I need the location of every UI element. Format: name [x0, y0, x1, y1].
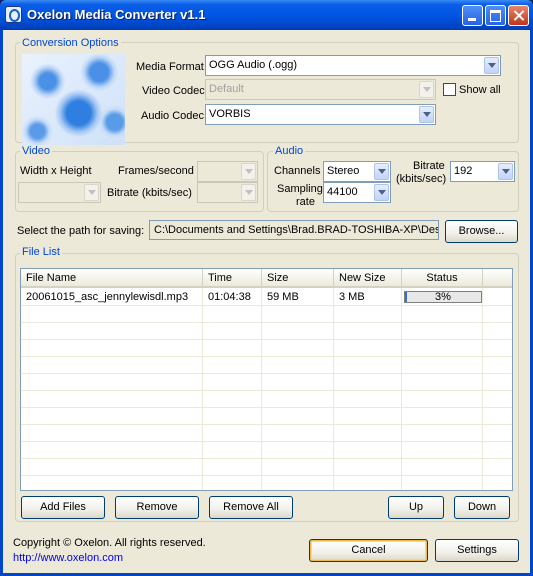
cell-file-name: 20061015_asc_jennylewisdl.mp3: [26, 291, 189, 303]
audio-codec-value: VORBIS: [209, 108, 251, 120]
column-header-size[interactable]: Size: [262, 269, 334, 287]
column-header-status[interactable]: Status: [402, 269, 483, 287]
column-header-new-size[interactable]: New Size: [334, 269, 402, 287]
chevron-down-icon[interactable]: [498, 163, 513, 180]
video-codec-label: Video Codec: [142, 85, 205, 97]
chevron-down-icon[interactable]: [374, 163, 389, 180]
video-codec-select[interactable]: Default: [205, 79, 436, 100]
column-header-time[interactable]: Time: [203, 269, 262, 287]
cell-size: 59 MB: [267, 291, 299, 303]
width-height-select[interactable]: [18, 182, 101, 203]
chevron-down-icon[interactable]: [84, 184, 99, 201]
close-button[interactable]: [508, 5, 529, 26]
chevron-down-icon[interactable]: [419, 106, 434, 123]
audio-codec-label: Audio Codec: [141, 110, 204, 122]
chevron-down-icon[interactable]: [241, 184, 256, 201]
row-gridline: [21, 373, 512, 374]
video-bitrate-label: Bitrate (kbits/sec): [107, 187, 192, 199]
window-title: Oxelon Media Converter v1.1: [27, 7, 206, 22]
row-gridline: [21, 305, 512, 306]
sampling-rate-value: 44100: [327, 186, 358, 198]
chevron-down-icon[interactable]: [419, 81, 434, 98]
row-gridline: [21, 407, 512, 408]
client-area: Conversion Options Media Format OGG Audi…: [3, 30, 530, 573]
title-bar[interactable]: Oxelon Media Converter v1.1: [0, 0, 533, 30]
cell-new-size: 3 MB: [339, 291, 365, 303]
media-format-value: OGG Audio (.ogg): [209, 59, 298, 71]
media-format-select[interactable]: OGG Audio (.ogg): [205, 55, 501, 76]
row-gridline: [21, 458, 512, 459]
chevron-down-icon[interactable]: [374, 184, 389, 201]
table-header: File Name Time Size New Size Status: [21, 269, 512, 288]
channels-select[interactable]: Stereo: [323, 161, 391, 182]
file-list-table[interactable]: File Name Time Size New Size Status 2006…: [20, 268, 513, 491]
progress-fill: [405, 292, 408, 302]
video-legend: Video: [20, 145, 52, 157]
frames-per-second-label: Frames/second: [118, 165, 194, 177]
sampling-rate-label-1: Sampling: [277, 183, 323, 195]
show-all-label: Show all: [459, 84, 501, 96]
audio-bitrate-select[interactable]: 192: [450, 161, 515, 182]
audio-bitrate-label-1: Bitrate: [413, 160, 445, 172]
chevron-down-icon[interactable]: [484, 57, 499, 74]
audio-legend: Audio: [273, 145, 306, 157]
video-codec-value: Default: [209, 83, 244, 95]
sampling-rate-label-2: rate: [296, 196, 315, 208]
save-path-field[interactable]: C:\Documents and Settings\Brad.BRAD-TOSH…: [149, 220, 439, 240]
app-icon: [5, 6, 22, 23]
maximize-button[interactable]: [485, 5, 506, 26]
media-format-label: Media Format: [136, 61, 204, 73]
channels-label: Channels: [274, 165, 321, 177]
row-gridline: [21, 475, 512, 476]
channels-value: Stereo: [327, 165, 360, 177]
row-gridline: [21, 339, 512, 340]
down-button[interactable]: Down: [454, 496, 510, 519]
minimize-button[interactable]: [462, 5, 483, 26]
width-height-label: Width x Height: [20, 165, 92, 177]
browse-button[interactable]: Browse...: [445, 220, 518, 243]
cell-time: 01:04:38: [208, 291, 251, 303]
copyright-text: Copyright © Oxelon. All rights reserved.: [13, 537, 206, 549]
row-gridline: [21, 441, 512, 442]
save-path-label: Select the path for saving:: [17, 225, 145, 237]
app-window: Oxelon Media Converter v1.1 Conversion O…: [0, 0, 533, 576]
add-files-button[interactable]: Add Files: [21, 496, 105, 519]
show-all-checkbox[interactable]: [443, 83, 456, 96]
sampling-rate-select[interactable]: 44100: [323, 182, 391, 203]
remove-all-button[interactable]: Remove All: [209, 496, 293, 519]
settings-button[interactable]: Settings: [435, 539, 519, 562]
frames-per-second-select[interactable]: [197, 161, 258, 182]
chevron-down-icon[interactable]: [241, 163, 256, 180]
save-path-value: C:\Documents and Settings\Brad.BRAD-TOSH…: [154, 224, 438, 236]
video-bitrate-select[interactable]: [197, 182, 258, 203]
conversion-options-legend: Conversion Options: [20, 37, 121, 49]
row-gridline: [21, 424, 512, 425]
row-gridline: [21, 390, 512, 391]
row-gridline: [21, 322, 512, 323]
row-gridline: [21, 356, 512, 357]
website-link[interactable]: http://www.oxelon.com: [13, 552, 123, 564]
audio-codec-select[interactable]: VORBIS: [205, 104, 436, 125]
audio-bitrate-value: 192: [454, 165, 473, 177]
audio-bitrate-label-2: (kbits/sec): [396, 173, 447, 185]
file-list-legend: File List: [20, 246, 62, 258]
up-button[interactable]: Up: [388, 496, 444, 519]
preview-image: [22, 54, 125, 145]
status-text: 3%: [435, 291, 451, 303]
column-header-file-name[interactable]: File Name: [21, 269, 203, 287]
cancel-button[interactable]: Cancel: [309, 539, 428, 562]
status-progress-bar: 3%: [404, 291, 482, 303]
remove-button[interactable]: Remove: [115, 496, 199, 519]
